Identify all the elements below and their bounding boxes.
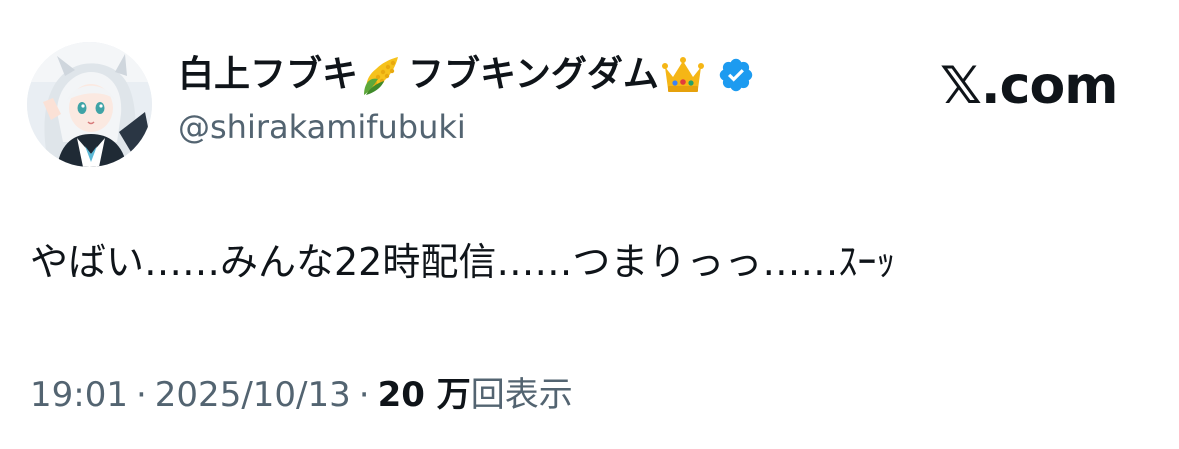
display-name-part1[interactable]: 白上フブキ (178, 57, 358, 93)
verified-badge-icon[interactable] (717, 56, 755, 94)
display-name-row[interactable]: 白上フブキ フブキングダム (178, 47, 755, 103)
brand-logo: 𝕏.com (940, 56, 1118, 116)
tweet-date[interactable]: 2025/10/13 (155, 375, 351, 415)
tweet-time[interactable]: 19:01 (30, 375, 128, 415)
user-handle[interactable]: @shirakamifubuki (178, 108, 466, 146)
avatar-image (27, 42, 152, 167)
avatar[interactable] (27, 42, 152, 167)
meta-separator: · (135, 375, 147, 415)
crown-emoji-icon (661, 53, 705, 97)
tweet-meta: 19:01 · 2025/10/13 · 20 万回表示 (30, 375, 573, 416)
views-count[interactable]: 20 万 (378, 375, 471, 415)
views-label: 回表示 (470, 375, 573, 415)
display-name-part2[interactable]: フブキングダム (408, 57, 659, 93)
tweet-text: やばい……みんな22時配信……つまりっっ……ｽｰｯ (30, 240, 896, 284)
corn-emoji-icon (360, 53, 404, 97)
meta-separator: · (358, 375, 370, 415)
